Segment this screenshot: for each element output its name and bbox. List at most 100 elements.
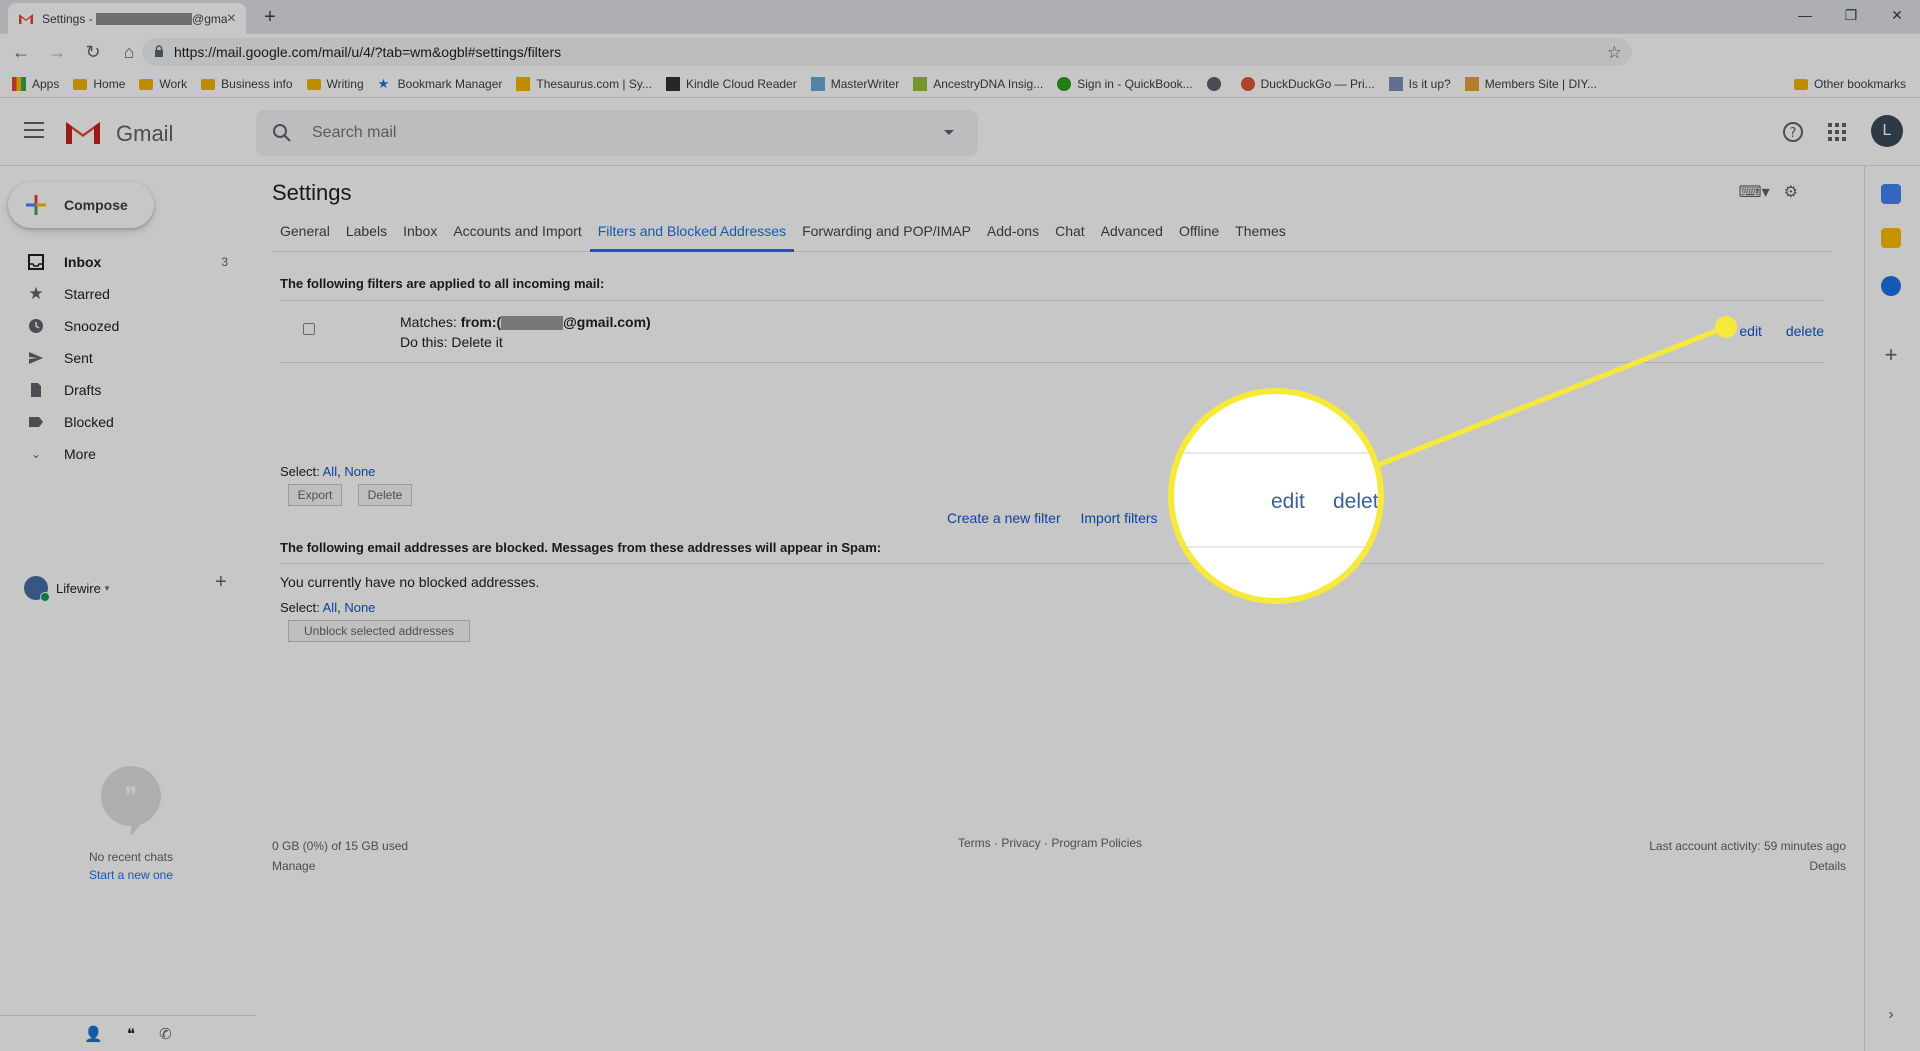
apps-grid-icon[interactable]: [1825, 120, 1849, 144]
program-policies-link[interactable]: Program Policies: [1051, 836, 1142, 850]
sidebar-item-drafts[interactable]: Drafts: [0, 374, 256, 406]
tab-labels[interactable]: Labels: [338, 210, 395, 252]
sidebar-item-more[interactable]: ⌄ More: [0, 438, 256, 470]
select-all-link[interactable]: All: [323, 464, 337, 479]
export-button[interactable]: Export: [288, 484, 342, 506]
bookmark-item[interactable]: Writing: [306, 77, 364, 91]
bookmark-item[interactable]: Kindle Cloud Reader: [665, 76, 797, 91]
tab-filters-and-blocked-addresses[interactable]: Filters and Blocked Addresses: [589, 210, 795, 252]
bookmark-item[interactable]: Home: [73, 77, 125, 91]
bookmark-item[interactable]: MasterWriter: [810, 76, 899, 91]
manage-storage-link[interactable]: Manage: [272, 856, 408, 876]
bookmark-item[interactable]: Members Site | DIY...: [1464, 76, 1597, 91]
bookmark-item[interactable]: Is it up?: [1388, 76, 1451, 91]
sidebar-item-blocked[interactable]: Blocked: [0, 406, 256, 438]
sidebar-item-inbox[interactable]: Inbox 3: [0, 246, 256, 278]
gear-icon[interactable]: ⚙: [1784, 182, 1798, 202]
bookmark-item[interactable]: DuckDuckGo — Pri...: [1240, 76, 1375, 91]
tab-forwarding-and-pop-imap[interactable]: Forwarding and POP/IMAP: [794, 210, 979, 252]
tab-add-ons[interactable]: Add-ons: [979, 210, 1047, 252]
bookmark-item[interactable]: ★ Bookmark Manager: [378, 76, 503, 91]
sidebar-item-label: More: [64, 446, 96, 462]
duckduckgo-icon: [1240, 76, 1255, 91]
search-icon[interactable]: [272, 123, 292, 143]
bookmark-item[interactable]: [1206, 76, 1227, 91]
new-tab-button[interactable]: +: [258, 5, 282, 29]
select-all-link[interactable]: All: [323, 600, 337, 615]
blocked-heading: The following email addresses are blocke…: [280, 540, 882, 555]
bookmark-item[interactable]: Sign in - QuickBook...: [1057, 76, 1193, 91]
contacts-icon[interactable]: 👤: [84, 1025, 103, 1043]
bookmark-star-icon[interactable]: ☆: [1607, 43, 1622, 63]
bookmark-item[interactable]: Thesaurus.com | Sy...: [516, 76, 652, 91]
no-blocked-text: You currently have no blocked addresses.: [280, 574, 540, 590]
magnified-divider: [1174, 452, 1378, 454]
settings-controls: ⌨▾ ⚙: [1739, 182, 1798, 202]
account-avatar[interactable]: L: [1871, 115, 1903, 147]
gmail-app: Gmail ? L: [0, 98, 1920, 1051]
forward-icon[interactable]: →: [42, 37, 72, 67]
add-addon-icon[interactable]: +: [1881, 344, 1901, 366]
tab-chat[interactable]: Chat: [1047, 210, 1093, 252]
reload-icon[interactable]: ↻: [78, 37, 108, 67]
start-chat-link[interactable]: Start a new one: [0, 868, 262, 882]
home-icon[interactable]: ⌂: [114, 37, 144, 67]
select-none-link[interactable]: None: [344, 600, 375, 615]
bookmark-item[interactable]: Work: [139, 77, 187, 91]
select-none-link[interactable]: None: [344, 464, 375, 479]
bookmark-item[interactable]: Apps: [12, 76, 59, 91]
chevron-right-icon[interactable]: ›: [1881, 1006, 1901, 1026]
tasks-icon[interactable]: [1881, 276, 1901, 296]
storage-usage: 0 GB (0%) of 15 GB used: [272, 839, 409, 853]
address-bar[interactable]: https://mail.google.com/mail/u/4/?tab=wm…: [142, 38, 1632, 66]
close-window-icon[interactable]: ✕: [1874, 0, 1920, 30]
privacy-link[interactable]: Privacy: [1001, 836, 1040, 850]
browser-tab[interactable]: Settings - @gmail.c ×: [8, 3, 246, 34]
sidebar-item-starred[interactable]: ★ Starred: [0, 278, 256, 310]
other-bookmarks[interactable]: Other bookmarks: [1793, 70, 1906, 98]
main-menu-icon[interactable]: [24, 122, 44, 138]
details-link[interactable]: Details: [1649, 856, 1846, 876]
sidebar-item-snoozed[interactable]: Snoozed: [0, 310, 256, 342]
nav-list: Inbox 3 ★ Starred Snoozed Sent Drafts Blocked ⌄ M…: [0, 246, 256, 470]
search-options-caret-icon[interactable]: [944, 130, 954, 135]
unblock-button[interactable]: Unblock selected addresses: [288, 620, 470, 642]
bookmark-label: Thesaurus.com | Sy...: [536, 76, 652, 91]
back-icon[interactable]: ←: [6, 37, 36, 67]
tab-themes[interactable]: Themes: [1227, 210, 1294, 252]
folder-icon: [1793, 79, 1808, 90]
terms-link[interactable]: Terms: [958, 836, 991, 850]
tab-general[interactable]: General: [272, 210, 338, 252]
delete-button[interactable]: Delete: [358, 484, 412, 506]
user-dropdown-icon[interactable]: ▾: [105, 583, 110, 594]
hangouts-user[interactable]: Lifewire ▾: [24, 576, 110, 602]
restore-window-icon[interactable]: ❐: [1828, 0, 1874, 30]
minimize-window-icon[interactable]: —: [1782, 0, 1828, 30]
create-filter-link[interactable]: Create a new filter: [947, 510, 1061, 526]
search-input[interactable]: [312, 122, 872, 144]
delete-filter-link[interactable]: delete: [1786, 323, 1824, 339]
close-tab-icon[interactable]: ×: [227, 10, 236, 28]
bookmark-item[interactable]: AncestryDNA Insig...: [913, 76, 1043, 91]
search-bar[interactable]: [256, 110, 978, 156]
tab-advanced[interactable]: Advanced: [1093, 210, 1171, 252]
help-icon[interactable]: ?: [1781, 120, 1805, 144]
phone-icon[interactable]: ✆: [159, 1025, 172, 1043]
thesaurus-icon: [516, 76, 531, 91]
compose-button[interactable]: Compose: [8, 182, 154, 228]
bookmark-item[interactable]: Business info: [201, 77, 293, 91]
sidebar-item-sent[interactable]: Sent: [0, 342, 256, 374]
gmail-logo-icon[interactable]: [64, 118, 102, 146]
tab-offline[interactable]: Offline: [1171, 210, 1227, 252]
tab-accounts-and-import[interactable]: Accounts and Import: [445, 210, 589, 252]
tab-inbox[interactable]: Inbox: [395, 210, 445, 252]
add-contact-icon[interactable]: +: [215, 571, 227, 594]
import-filters-link[interactable]: Import filters: [1081, 510, 1158, 526]
browser-tabstrip: Settings - @gmail.c × + — ❐ ✕: [0, 0, 1920, 34]
hangouts-icon[interactable]: ❝: [127, 1025, 135, 1043]
filter-checkbox[interactable]: [303, 323, 315, 335]
edit-filter-link[interactable]: edit: [1739, 323, 1762, 339]
keyboard-icon[interactable]: ⌨▾: [1739, 182, 1770, 202]
calendar-icon[interactable]: [1881, 184, 1901, 204]
keep-icon[interactable]: [1881, 228, 1901, 248]
